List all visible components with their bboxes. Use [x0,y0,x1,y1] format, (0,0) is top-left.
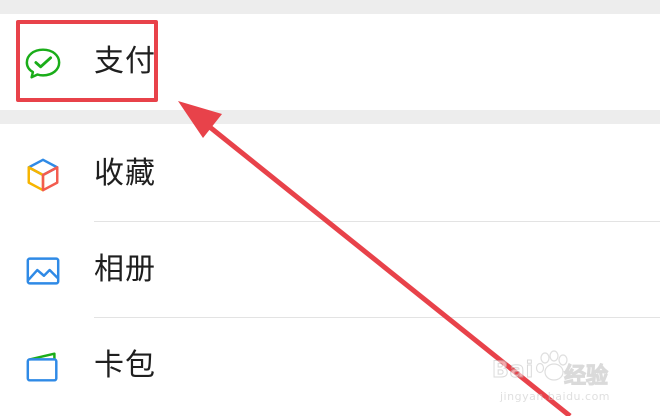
screen: 支付 收藏 相册 卡包 Bai 经验 jingyan.baidu.com [0,0,660,416]
baidu-watermark: Bai 经验 jingyan.baidu.com [490,350,630,410]
watermark-brand: Bai [491,358,535,384]
watermark-url: jingyan.baidu.com [500,390,611,403]
watermark-brand-cn: 经验 [563,364,609,390]
